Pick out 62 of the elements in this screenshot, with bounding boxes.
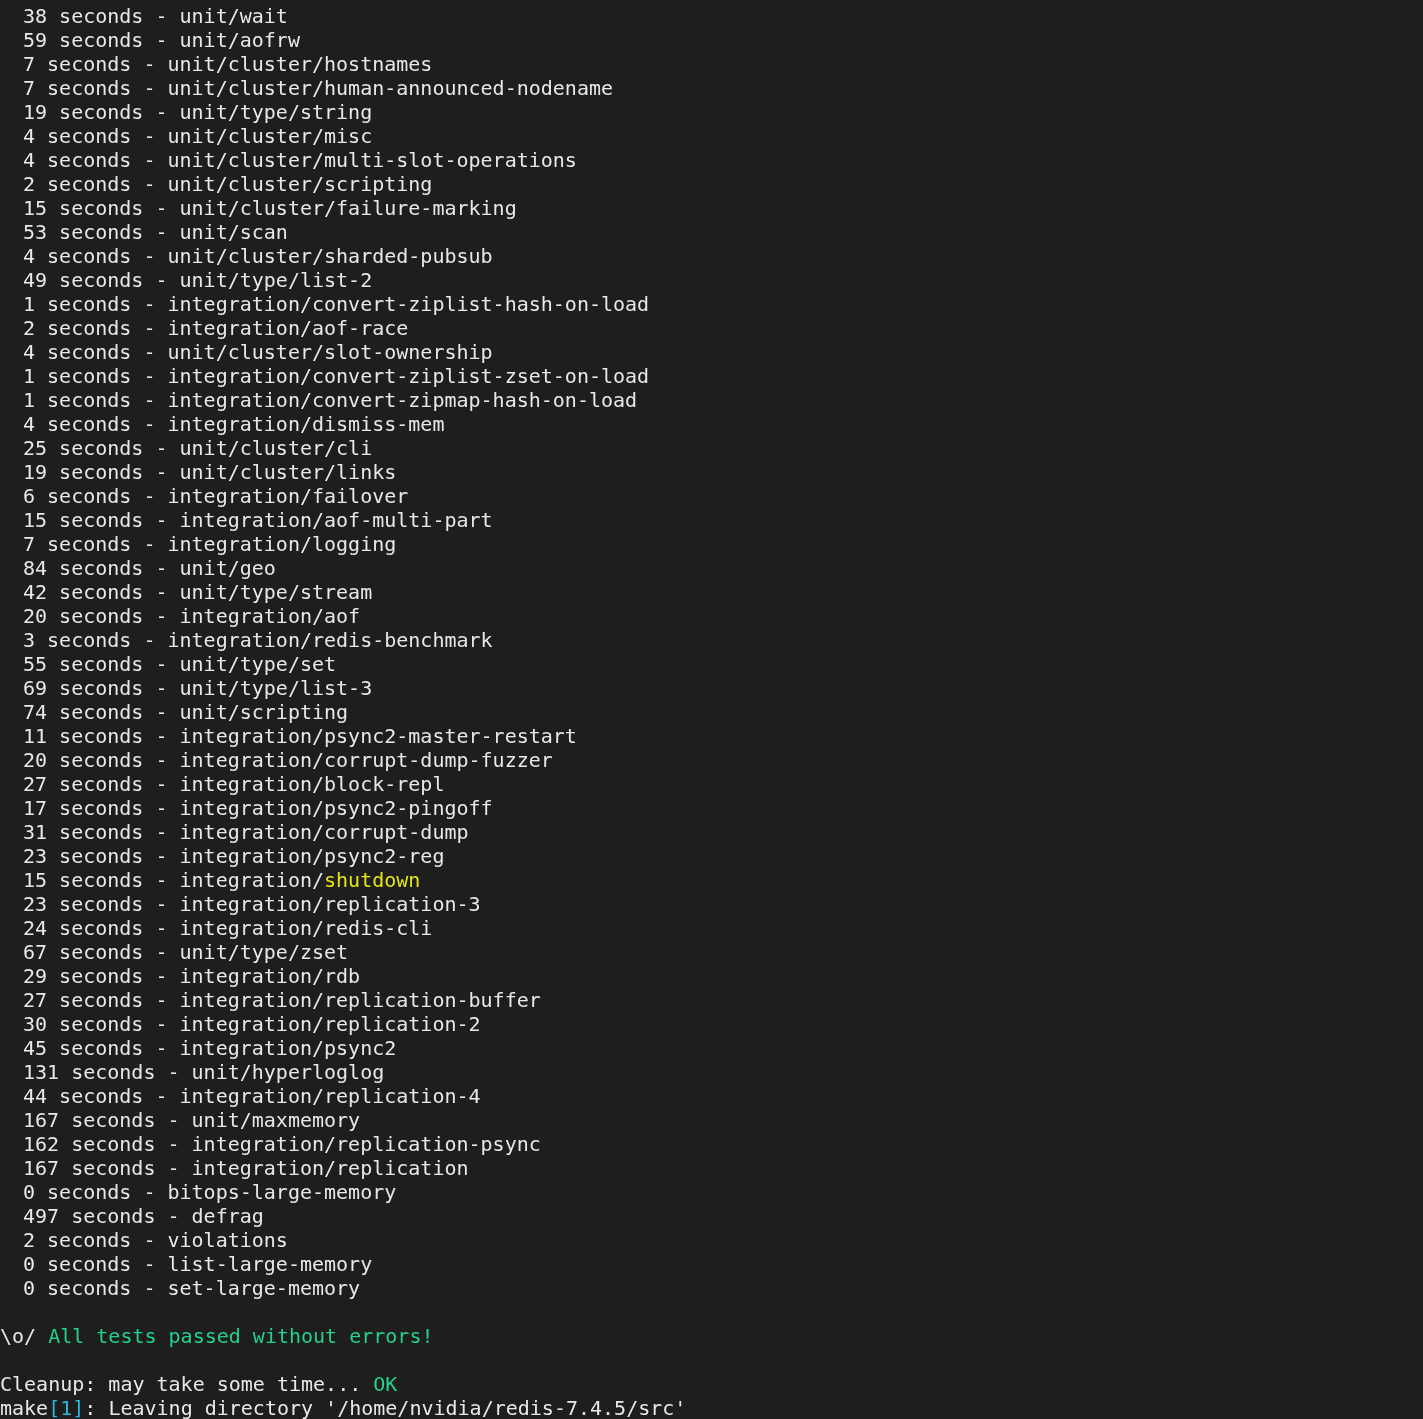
output-line: 4 seconds - unit/cluster/misc [23,124,373,148]
output-line: 20 seconds - integration/aof [23,604,361,628]
output-line: 17 seconds - integration/psync2-pingoff [23,796,493,820]
output-line: 44 seconds - integration/replication-4 [23,1084,481,1108]
output-line: 3 seconds - integration/redis-benchmark [23,628,493,652]
output-line: 2 seconds - unit/cluster/scripting [23,172,433,196]
output-line: 23 seconds - integration/replication-3 [23,892,481,916]
warning-text: shutdown [324,868,421,892]
output-line: 69 seconds - unit/type/list-3 [23,676,373,700]
output-line: 27 seconds - integration/replication-buffer [23,988,541,1012]
output-line: 19 seconds - unit/cluster/links [23,460,397,484]
output-line: 19 seconds - unit/type/string [23,100,373,124]
output-line: 497 seconds - defrag [23,1204,264,1228]
output-line: 0 seconds - bitops-large-memory [23,1180,397,1204]
output-line: 27 seconds - integration/block-repl [23,772,445,796]
output-text: \o/ [0,1324,37,1348]
output-line: 15 seconds - integration/aof-multi-part [23,508,493,532]
output-line: 162 seconds - integration/replication-psync [23,1132,541,1156]
output-line: 59 seconds - unit/aofrw [23,28,300,52]
output-line: 1 seconds - integration/convert-zipmap-hash-on-load [23,388,638,412]
output-line: 25 seconds - unit/cluster/cli [23,436,373,460]
output-line: 29 seconds - integration/rdb [23,964,361,988]
output-line: 67 seconds - unit/type/zset [23,940,349,964]
output-line: 20 seconds - integration/corrupt-dump-fuzzer [23,748,553,772]
success-text: OK [372,1372,398,1396]
output-text: : Leaving directory '/home/nvidia/redis-7.4.5/src' [84,1396,687,1419]
output-line: 24 seconds - integration/redis-cli [23,916,433,940]
output-line: 6 seconds - integration/failover [23,484,409,508]
output-line: 23 seconds - integration/psync2-reg [23,844,445,868]
output-line: 11 seconds - integration/psync2-master-restart [23,724,577,748]
success-text: All tests passed without errors! [47,1324,434,1348]
output-line: 167 seconds - unit/maxmemory [23,1108,361,1132]
output-text: make [0,1396,49,1419]
output-line: 0 seconds - list-large-memory [23,1252,373,1276]
output-line: 4 seconds - unit/cluster/sharded-pubsub [23,244,493,268]
output-text: Cleanup: may take some time... [0,1372,362,1396]
info-text: [1] [48,1396,85,1419]
output-line: 15 seconds - unit/cluster/failure-marking [23,196,517,220]
output-line: 131 seconds - unit/hyperloglog [23,1060,385,1084]
output-line: 167 seconds - integration/replication [23,1156,469,1180]
output-line: 55 seconds - unit/type/set [23,652,337,676]
output-line: 74 seconds - unit/scripting [23,700,349,724]
output-line: 2 seconds - violations [23,1228,288,1252]
output-line: 4 seconds - unit/cluster/slot-ownership [23,340,493,364]
output-text: 15 seconds - integration/ [23,868,325,892]
output-line: 38 seconds - unit/wait [23,4,288,28]
output-line: 30 seconds - integration/replication-2 [23,1012,481,1036]
output-line: 7 seconds - integration/logging [23,532,397,556]
output-line: 49 seconds - unit/type/list-2 [23,268,373,292]
output-line: 7 seconds - unit/cluster/hostnames [23,52,433,76]
output-line: 4 seconds - unit/cluster/multi-slot-operations [23,148,577,172]
output-line: 1 seconds - integration/convert-ziplist-hash-on-load [23,292,650,316]
output-line: 53 seconds - unit/scan [23,220,288,244]
output-line: 0 seconds - set-large-memory [23,1276,361,1300]
output-line: 42 seconds - unit/type/stream [23,580,373,604]
output-line: 31 seconds - integration/corrupt-dump [23,820,469,844]
output-line: 1 seconds - integration/convert-ziplist-zset-on-load [23,364,650,388]
output-line: 4 seconds - integration/dismiss-mem [23,412,445,436]
output-line: 45 seconds - integration/psync2 [23,1036,397,1060]
output-line: 84 seconds - unit/geo [23,556,276,580]
output-line: 7 seconds - unit/cluster/human-announced-nodename [23,76,613,100]
output-line: 2 seconds - integration/aof-race [23,316,409,340]
